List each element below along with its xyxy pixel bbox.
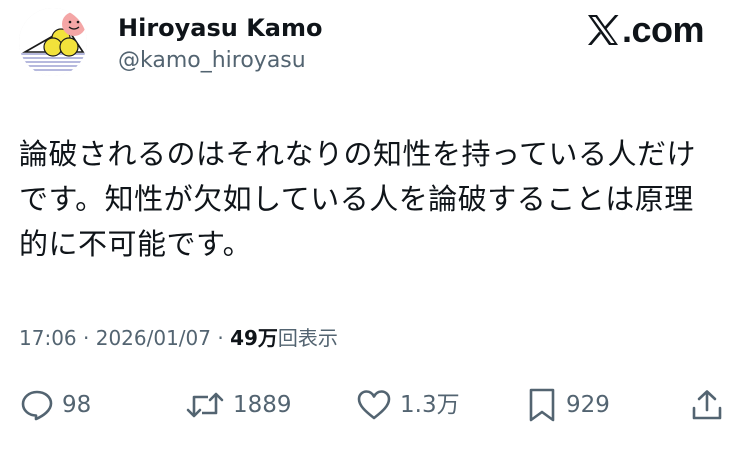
heart-icon	[357, 390, 391, 420]
meta-separator: ·	[76, 326, 96, 350]
retweet-button[interactable]: 1889	[185, 382, 292, 428]
avatar-illustration	[19, 8, 87, 76]
action-bar: 98 1889 1.3万 929	[0, 382, 750, 428]
view-count: 49万	[230, 326, 278, 350]
brand-text: .com	[621, 9, 705, 50]
author-name[interactable]: Hiroyasu Kamo	[118, 13, 323, 43]
like-button[interactable]: 1.3万	[356, 382, 460, 428]
reply-icon	[21, 390, 53, 421]
share-icon	[692, 390, 722, 420]
tweet-text: 論破されるのはそれなりの知性を持っている人だけ です。知性が欠如している人を論破…	[19, 137, 697, 261]
tweet-time[interactable]: 17:06	[19, 326, 77, 350]
share-button[interactable]	[690, 382, 724, 428]
bookmark-icon	[529, 388, 555, 422]
brand-logo: .com	[586, 9, 705, 50]
reply-count: 98	[62, 392, 92, 418]
retweet-icon	[186, 392, 224, 418]
meta-separator: ·	[211, 326, 231, 350]
tweet-card: Hiroyasu Kamo @kamo_hiroyasu .com 論破されるの…	[0, 0, 750, 458]
reply-button[interactable]: 98	[20, 382, 91, 428]
retweet-count: 1889	[233, 392, 292, 418]
author-handle[interactable]: @kamo_hiroyasu	[118, 47, 306, 75]
x-logo-icon	[587, 15, 619, 45]
tweet-date[interactable]: 2026/01/07	[96, 326, 211, 350]
bookmark-button[interactable]: 929	[526, 382, 610, 428]
like-count: 1.3万	[400, 392, 460, 418]
view-count-label: 回表示	[277, 326, 338, 350]
bookmark-count: 929	[566, 392, 610, 418]
avatar[interactable]	[19, 8, 87, 76]
tweet-meta: 17:06 · 2026/01/07 · 49万回表示	[19, 324, 338, 352]
